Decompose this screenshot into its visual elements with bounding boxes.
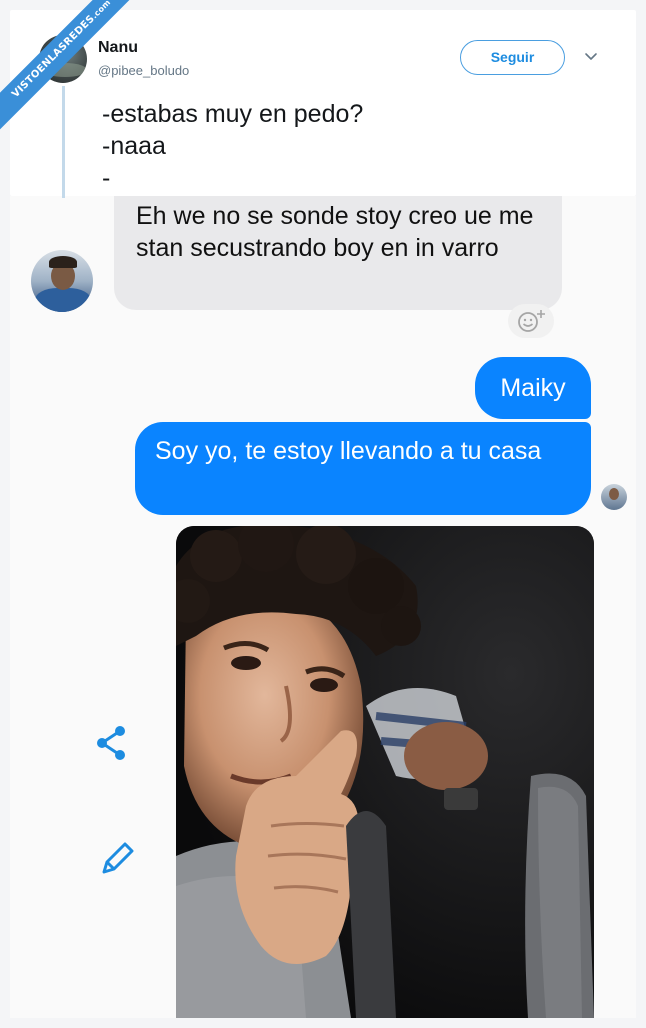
chat-screenshot: Eh we no se sonde stoy creo ue me stan s…: [10, 196, 636, 1018]
outgoing-message-bubble: Soy yo, te estoy llevando a tu casa: [135, 422, 591, 515]
seen-avatar: [601, 484, 627, 510]
incoming-message-bubble: Eh we no se sonde stoy creo ue me stan s…: [114, 196, 562, 310]
outgoing-message-bubble: Maiky: [475, 357, 591, 419]
watermark-text: VISTOENLASREDES.com: [0, 0, 149, 136]
tweet-line: -: [102, 164, 111, 192]
contact-avatar: [31, 250, 93, 312]
shared-photo[interactable]: [176, 526, 594, 1018]
follow-button[interactable]: Seguir: [460, 40, 565, 75]
watermark-ribbon: VISTOENLASREDES.com: [0, 0, 150, 150]
chevron-down-icon[interactable]: [582, 48, 600, 66]
share-icon[interactable]: [94, 723, 130, 763]
pencil-icon[interactable]: [98, 838, 138, 878]
emoji-plus-icon[interactable]: [508, 304, 554, 338]
